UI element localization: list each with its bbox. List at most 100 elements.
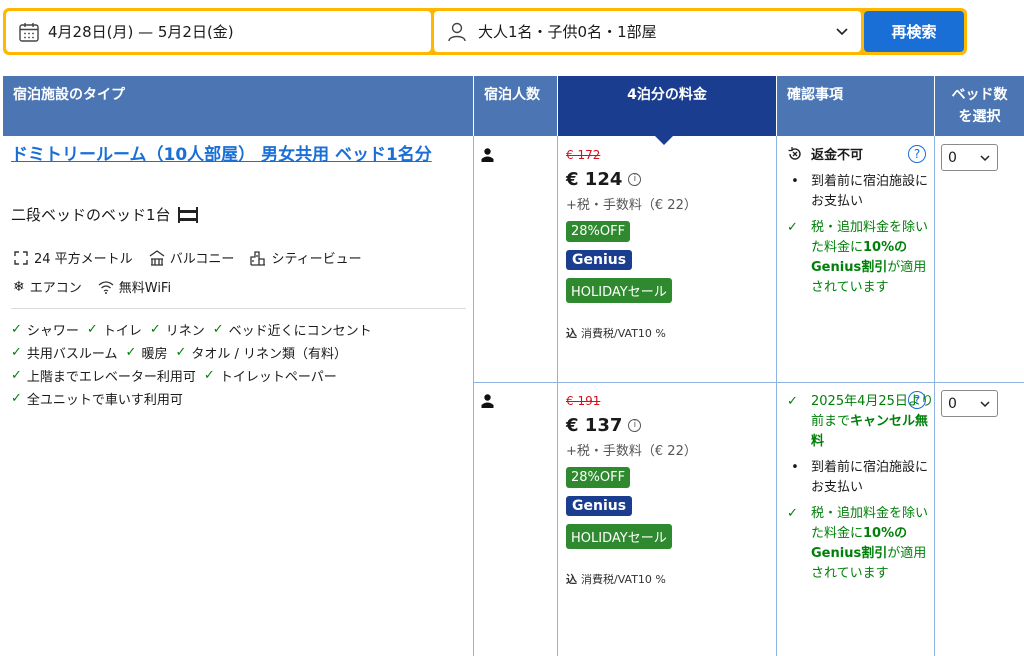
amenity-label: シャワー (26, 324, 79, 339)
vat-included-icon: 込 (566, 327, 577, 340)
check-icon: ✓ (787, 394, 798, 409)
facility-size: 24 平方メートル (13, 248, 133, 267)
amenity-label: ベッド近くにコンセント (228, 324, 372, 339)
search-bar: 4月28日(月) — 5月2日(金) 大人1名・子供0名・1部屋 再検索 (3, 8, 967, 55)
amenity-item: ✓ タオル / リネン類（有料） (175, 343, 347, 362)
room-info-divider (11, 308, 466, 309)
bed-info: 二段ベッドのベッド1台 (11, 204, 199, 225)
price-block: € 172 € 124 i +税・手数料（€ 22） 28%OFF Genius… (566, 148, 697, 341)
check-icon: ✓ (149, 322, 161, 337)
occupancy-person-icon (481, 148, 494, 162)
amenity-label: 全ユニットで車いす利用可 (26, 393, 183, 408)
amenities-row: ✓ 全ユニットで車いす利用可 (11, 389, 183, 408)
condition-genius: ✓ 税・追加料金を除いた料金に10%のGenius割引が適用されています (787, 504, 937, 584)
facility-cityview: シティービュー (250, 248, 362, 267)
condition-pay-text: 到着前に宿泊施設にお支払い (811, 174, 929, 209)
check-icon: ✓ (212, 322, 224, 337)
check-icon: ✓ (86, 322, 98, 337)
condition-pay: • 到着前に宿泊施設にお支払い (787, 458, 937, 498)
amenity-item: ✓ 共用バスルーム (11, 343, 118, 362)
check-icon: ✓ (11, 345, 22, 360)
header-occupancy: 宿泊人数 (474, 76, 557, 136)
amenity-label: 上階までエレベーター利用可 (26, 370, 196, 385)
room-table: 宿泊施設のタイプ 宿泊人数 4泊分の料金 確認事項 ベッド数 を選択 ドミトリー… (3, 76, 1024, 656)
info-icon[interactable]: i (628, 419, 642, 432)
header-select-line1: ベッド数 (951, 87, 1008, 103)
guests-field[interactable]: 大人1名・子供0名・1部屋 (434, 11, 861, 52)
check-icon: ✓ (787, 506, 798, 521)
bed-count-select[interactable]: 0 (941, 390, 998, 417)
vat-info: 込消費税/VAT10 % (566, 571, 697, 587)
bed-count-value: 0 (948, 149, 957, 166)
person-icon (448, 22, 466, 41)
vat-label: 消費税/VAT10 % (581, 573, 666, 586)
chevron-down-icon (980, 400, 990, 407)
header-price: 4泊分の料金 (558, 76, 776, 136)
genius-badge: Genius (566, 496, 633, 516)
amenities-row: ✓ シャワー ✓ トイレ ✓ リネン ✓ ベッド近くにコンセント (11, 320, 372, 339)
vat-info: 込消費税/VAT10 % (566, 325, 697, 341)
check-icon: ✓ (203, 368, 215, 383)
price-header-arrow (655, 136, 673, 145)
facilities-row: ❄ エアコン 無料WiFi (13, 277, 172, 297)
amenity-label: タオル / リネン類（有料） (191, 347, 348, 362)
amenity-label: 暖房 (141, 347, 168, 362)
amenity-item: ✓ ベッド近くにコンセント (213, 320, 372, 339)
amenity-item: ✓ トイレットペーパー (204, 366, 337, 385)
header-conditions: 確認事項 (777, 76, 934, 136)
bullet-icon: • (791, 460, 799, 475)
date-range-text: 4月28日(月) — 5月2日(金) (48, 23, 234, 41)
tax-fees: +税・手数料（€ 22） (566, 444, 697, 459)
header-type: 宿泊施設のタイプ (3, 76, 473, 136)
calendar-icon (19, 22, 39, 42)
facility-balcony: バルコニー (149, 248, 235, 267)
help-icon[interactable]: ? (908, 145, 926, 163)
info-icon[interactable]: i (628, 173, 642, 186)
conditions-block: ✓ 2025年4月25日より前までキャンセル無料 • 到着前に宿泊施設にお支払い… (787, 392, 937, 590)
original-price: € 191 (566, 394, 601, 408)
current-price: € 137 (566, 415, 623, 436)
date-range-field[interactable]: 4月28日(月) — 5月2日(金) (6, 11, 431, 52)
facility-label: 24 平方メートル (34, 252, 133, 267)
check-icon: ✓ (11, 391, 22, 406)
bed-count-value: 0 (948, 395, 957, 412)
city-view-icon (250, 250, 266, 266)
price-block: € 191 € 137 i +税・手数料（€ 22） 28%OFF Genius… (566, 394, 697, 587)
check-icon: ✓ (125, 345, 137, 360)
check-icon: ✓ (175, 345, 187, 360)
help-icon[interactable]: ? (908, 391, 926, 409)
amenity-label: 共用バスルーム (26, 347, 118, 362)
facility-label: シティービュー (271, 252, 362, 267)
bunk-bed-icon (177, 206, 198, 223)
amenity-label: トイレットペーパー (219, 370, 337, 385)
search-button[interactable]: 再検索 (864, 11, 964, 52)
chevron-down-icon (980, 154, 990, 161)
current-price-row: € 137 i (566, 415, 697, 436)
amenity-label: リネン (165, 324, 205, 339)
condition-title: 返金不可 (811, 148, 864, 163)
facility-label: エアコン (29, 281, 82, 296)
amenity-item: ✓ リネン (150, 320, 205, 339)
discount-badge: 28%OFF (566, 467, 631, 488)
bed-text: 二段ベッドのベッド1台 (11, 206, 171, 224)
balcony-icon (149, 249, 165, 266)
current-price: € 124 (566, 169, 623, 190)
facility-label: バルコニー (169, 252, 235, 267)
condition-pay: • 到着前に宿泊施設にお支払い (787, 172, 937, 212)
conditions-block: 返金不可 • 到着前に宿泊施設にお支払い ✓ 税・追加料金を除いた料金に10%の… (787, 146, 937, 304)
facilities-row: 24 平方メートル バルコニー シティービュー (13, 248, 362, 267)
bed-count-select[interactable]: 0 (941, 144, 998, 171)
row-divider (474, 382, 1024, 383)
vat-label: 消費税/VAT10 % (581, 327, 666, 340)
original-price: € 172 (566, 148, 601, 162)
column-divider (557, 136, 558, 656)
current-price-row: € 124 i (566, 169, 697, 190)
occupancy-person-icon (481, 394, 494, 408)
amenity-item: ✓ 上階までエレベーター利用可 (11, 366, 196, 385)
facility-label: 無料WiFi (118, 281, 172, 296)
amenity-item: ✓ トイレ (87, 320, 142, 339)
holiday-sale-badge: HOLIDAYセール (566, 278, 672, 303)
header-select-line2: を選択 (958, 109, 1001, 125)
snowflake-icon: ❄ (13, 278, 25, 295)
room-name-link[interactable]: ドミトリールーム（10人部屋） 男女共用 ベッド1名分 (11, 144, 441, 166)
